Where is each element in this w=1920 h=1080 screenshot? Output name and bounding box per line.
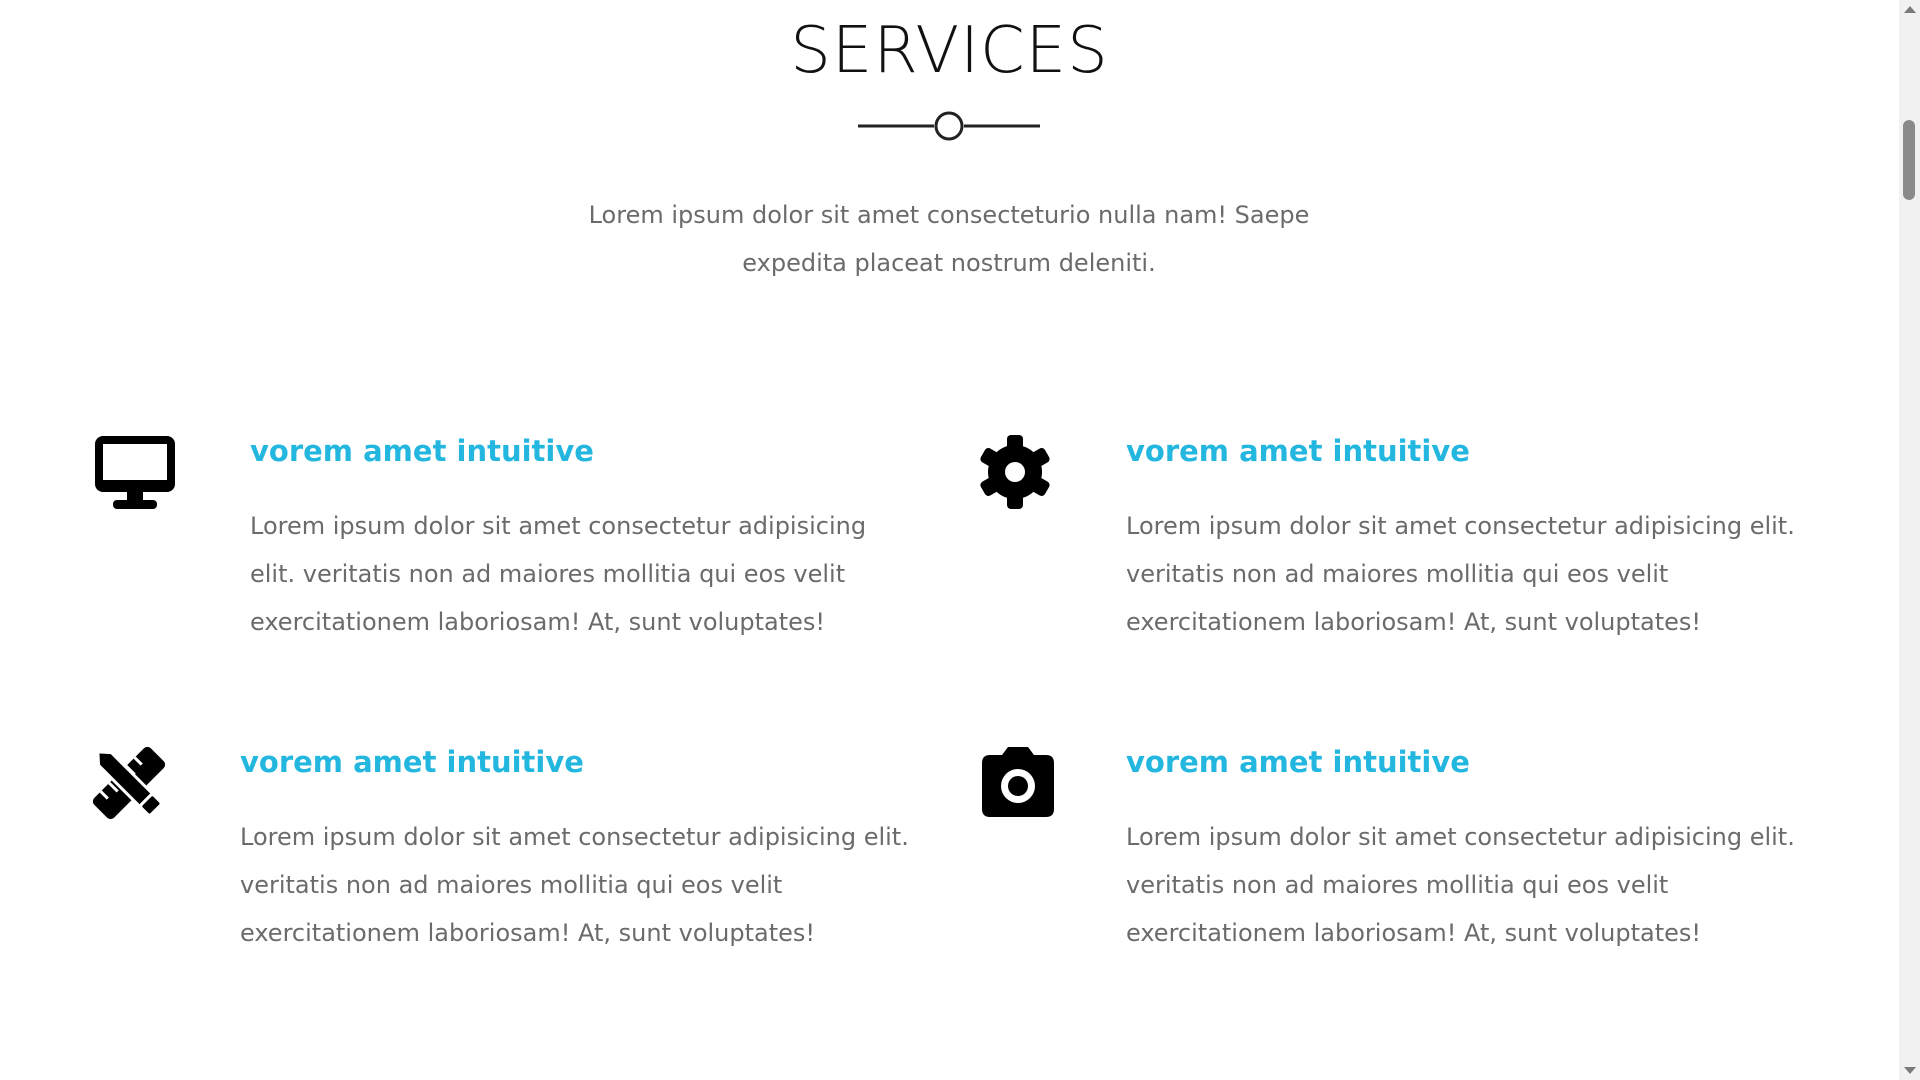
vertical-scrollbar[interactable] bbox=[1899, 0, 1920, 1080]
service-description: Lorem ipsum dolor sit amet consectetur a… bbox=[250, 512, 867, 636]
service-item: vorem amet intuitive Lorem ipsum dolor s… bbox=[93, 434, 893, 664]
scroll-up-arrow-icon[interactable] bbox=[1904, 6, 1916, 13]
service-item: vorem amet intuitive Lorem ipsum dolor s… bbox=[980, 434, 1800, 664]
pencil-ruler-icon bbox=[93, 746, 166, 820]
section-intro: Lorem ipsum dolor sit amet consecteturio… bbox=[588, 201, 1310, 277]
scrollbar-thumb[interactable] bbox=[1903, 120, 1915, 200]
scroll-down-arrow-icon[interactable] bbox=[1904, 1067, 1916, 1074]
page: SERVICES Lorem ipsum dolor sit amet cons… bbox=[0, 0, 1920, 1080]
services-section: SERVICES Lorem ipsum dolor sit amet cons… bbox=[0, 0, 1899, 1080]
service-description: Lorem ipsum dolor sit amet consectetur a… bbox=[1126, 823, 1795, 947]
service-title: vorem amet intuitive bbox=[240, 745, 584, 779]
desktop-icon bbox=[95, 436, 175, 509]
service-title: vorem amet intuitive bbox=[1126, 434, 1470, 468]
service-description: Lorem ipsum dolor sit amet consectetur a… bbox=[1126, 512, 1795, 636]
service-description: Lorem ipsum dolor sit amet consectetur a… bbox=[240, 823, 909, 947]
service-item: vorem amet intuitive Lorem ipsum dolor s… bbox=[980, 745, 1800, 975]
title-divider bbox=[858, 111, 1040, 141]
service-title: vorem amet intuitive bbox=[1126, 745, 1470, 779]
gear-icon bbox=[980, 435, 1050, 509]
service-title: vorem amet intuitive bbox=[250, 434, 594, 468]
camera-icon bbox=[982, 747, 1054, 817]
service-item: vorem amet intuitive Lorem ipsum dolor s… bbox=[93, 745, 933, 975]
section-title: SERVICES bbox=[790, 14, 1109, 88]
